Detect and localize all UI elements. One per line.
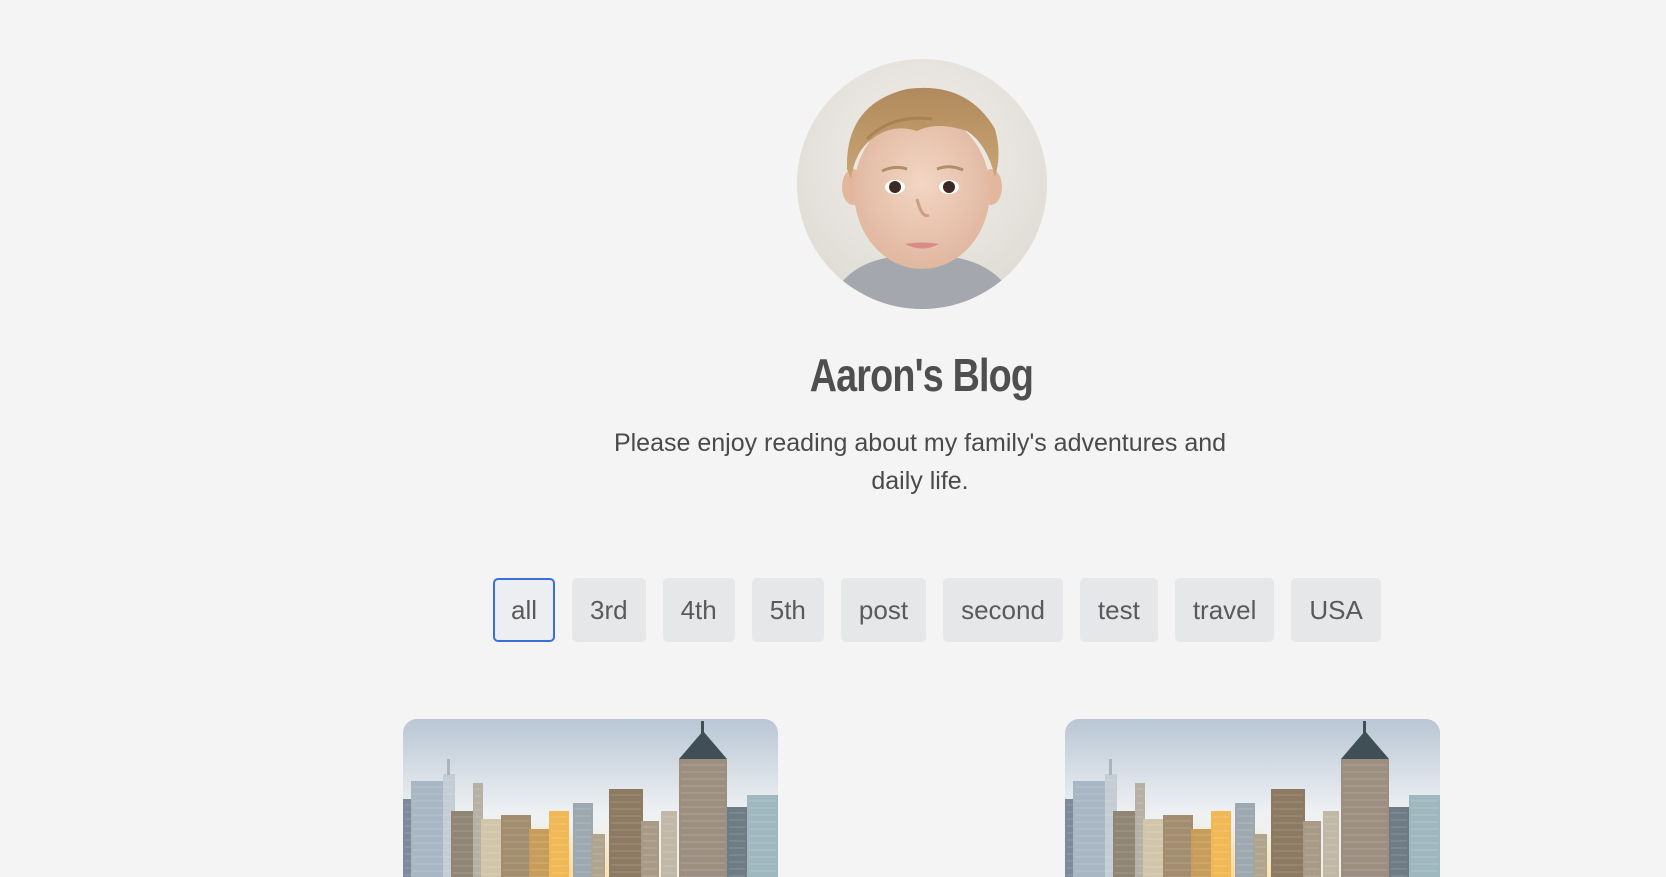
tag-usa[interactable]: USA xyxy=(1291,578,1381,642)
blog-home: Aaron's Blog Please enjoy reading about … xyxy=(0,0,1666,877)
tag-5th[interactable]: 5th xyxy=(751,578,824,642)
tag-4th[interactable]: 4th xyxy=(662,578,735,642)
post-card[interactable] xyxy=(1065,719,1440,877)
tag-filter-bar: all 3rd 4th 5th post second test travel … xyxy=(493,578,1381,643)
post-card[interactable] xyxy=(403,719,778,877)
profile-avatar xyxy=(797,59,1047,309)
tag-post[interactable]: post xyxy=(840,578,927,642)
tag-test[interactable]: test xyxy=(1079,578,1158,642)
tag-travel[interactable]: travel xyxy=(1174,578,1275,642)
tag-3rd[interactable]: 3rd xyxy=(572,578,646,642)
blog-title: Aaron's Blog xyxy=(809,349,1034,401)
city-skyline-image xyxy=(1065,719,1440,877)
tag-all[interactable]: all xyxy=(493,578,556,642)
tag-second[interactable]: second xyxy=(943,578,1063,642)
blog-tagline: Please enjoy reading about my family's a… xyxy=(613,429,1227,495)
city-skyline-image xyxy=(403,719,778,877)
child-portrait-image xyxy=(797,59,1047,309)
